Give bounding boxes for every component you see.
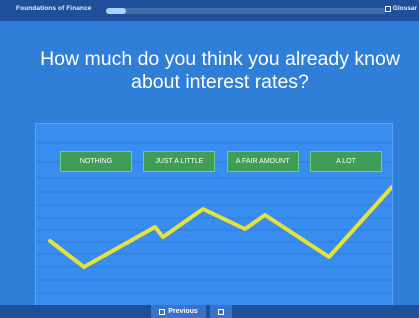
option-nothing[interactable]: NOTHING <box>60 151 132 172</box>
previous-label: Previous <box>168 308 198 315</box>
option-just-a-little[interactable]: JUST A LITTLE <box>143 151 216 172</box>
option-a-fair-amount[interactable]: A FAIR AMOUNT <box>226 151 299 172</box>
glossary-label: Glossar <box>392 5 417 12</box>
next-button[interactable] <box>210 305 232 318</box>
answer-options: NOTHING JUST A LITTLE A FAIR AMOUNT A LO… <box>60 151 382 172</box>
progress-bar <box>106 8 386 14</box>
top-bar: Foundations of Finance Glossar <box>0 0 419 21</box>
square-icon <box>159 308 166 315</box>
app-title: Foundations of Finance <box>16 5 92 12</box>
chalkboard-panel: NOTHING JUST A LITTLE A FAIR AMOUNT A LO… <box>35 123 393 308</box>
progress-fill <box>106 8 126 14</box>
bottom-bar: Previous <box>0 305 419 318</box>
previous-button[interactable]: Previous <box>151 305 206 318</box>
trend-line <box>48 185 392 269</box>
glossary-button[interactable]: Glossar <box>384 5 417 12</box>
question-heading: How much do you think you already know a… <box>40 48 400 93</box>
square-icon <box>218 308 224 315</box>
option-a-lot[interactable]: A LOT <box>309 151 382 172</box>
square-icon <box>384 5 391 12</box>
